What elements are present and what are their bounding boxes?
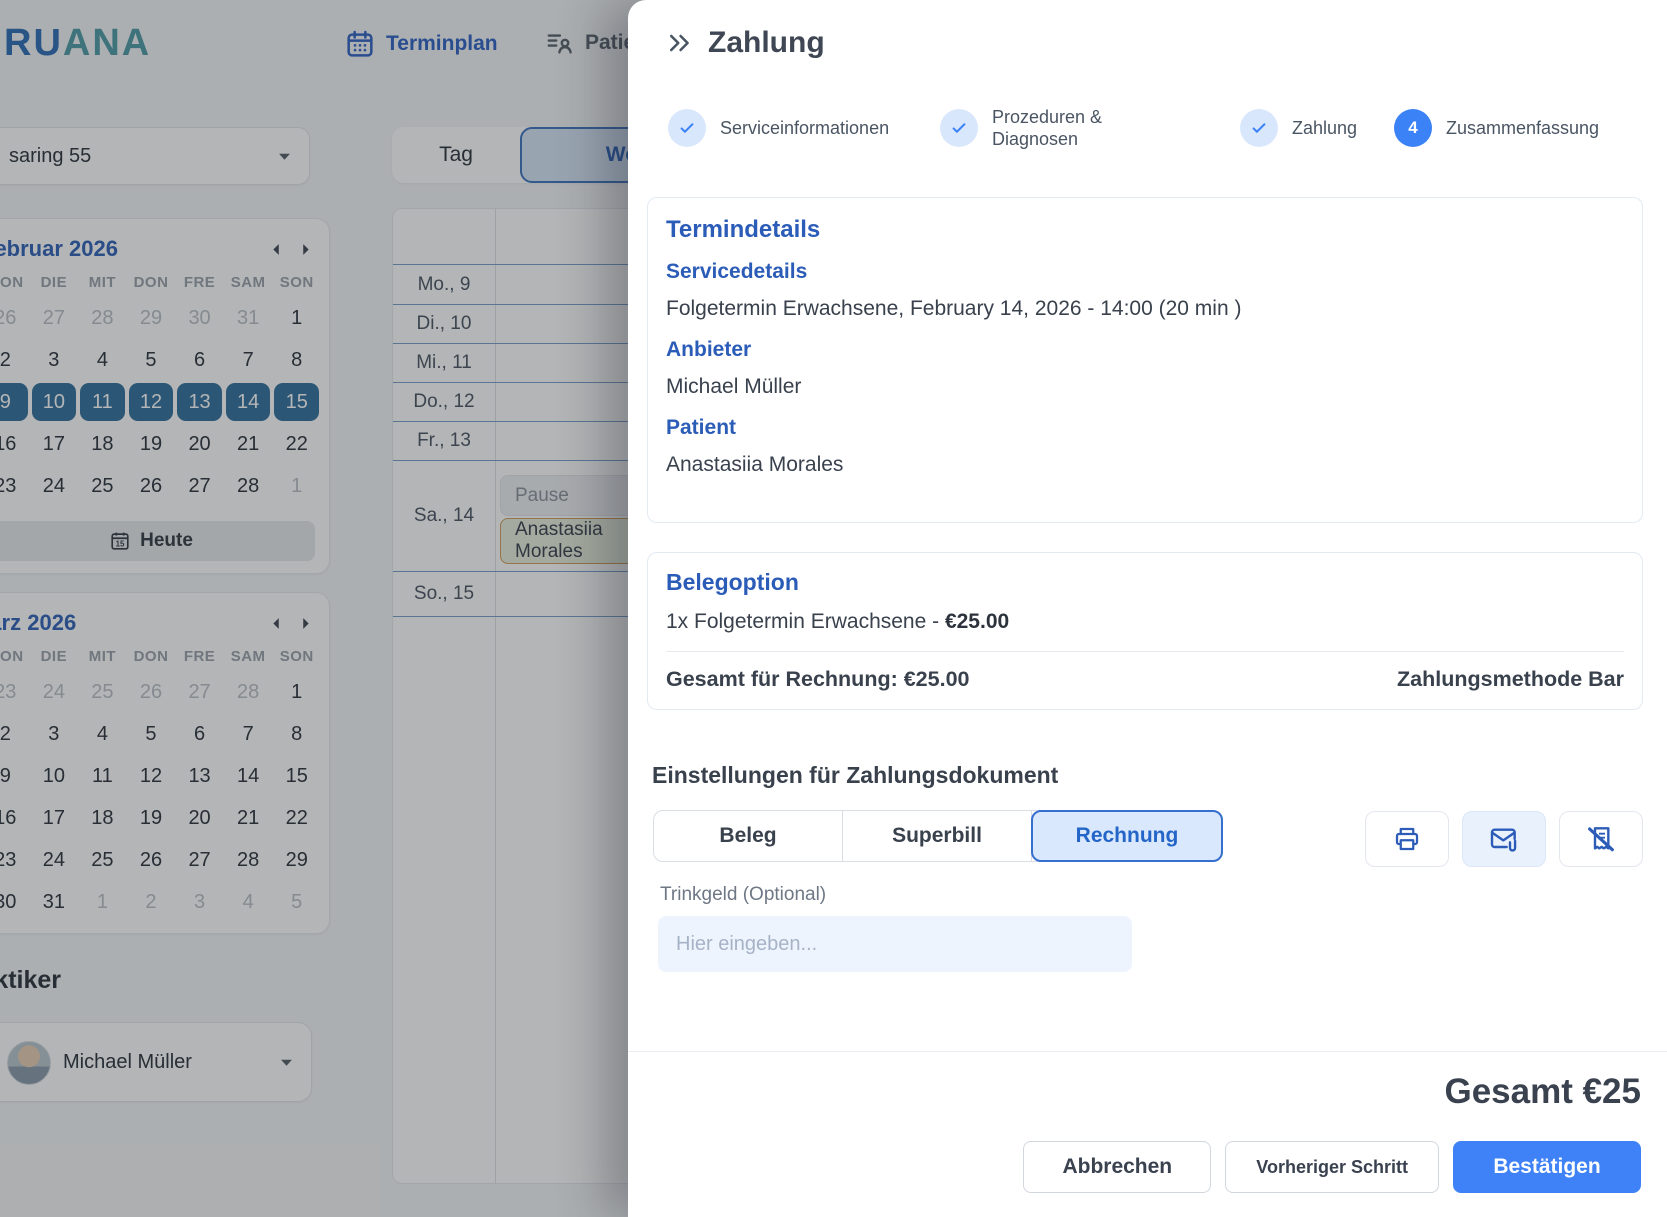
patient-value: Anastasiia Morales — [666, 453, 1624, 477]
service-details-value: Folgetermin Erwachsene, February 14, 202… — [666, 297, 1624, 321]
collapse-panel-icon[interactable] — [666, 29, 694, 57]
doc-option-rechnung[interactable]: Rechnung — [1031, 810, 1223, 862]
service-details-label: Servicedetails — [666, 260, 1624, 284]
divider — [666, 651, 1624, 652]
step-zusammenfassung[interactable]: 4 Zusammenfassung — [1394, 102, 1599, 154]
confirm-button[interactable]: Bestätigen — [1453, 1141, 1641, 1193]
patient-label: Patient — [666, 416, 1624, 440]
payment-modal: Zahlung Serviceinformationen Prozeduren … — [628, 0, 1667, 1217]
footer-divider — [628, 1051, 1667, 1052]
print-button[interactable] — [1365, 811, 1449, 867]
print-icon — [1392, 824, 1422, 854]
provider-value: Michael Müller — [666, 375, 1624, 399]
appointment-details-card: Termindetails Servicedetails Folgetermin… — [647, 197, 1643, 523]
step-number-badge: 4 — [1394, 109, 1432, 147]
doc-option-beleg[interactable]: Beleg — [654, 811, 843, 861]
footer-buttons: Abbrechen Vorheriger Schritt Bestätigen — [1023, 1141, 1641, 1193]
cancel-button[interactable]: Abbrechen — [1023, 1141, 1211, 1193]
payment-method-label: Zahlungsmethode Bar — [1397, 667, 1624, 692]
line-item: 1x Folgetermin Erwachsene - €25.00 — [666, 610, 1624, 634]
step-check-icon — [940, 109, 978, 147]
step-prozeduren-diagnosen[interactable]: Prozeduren & Diagnosen — [940, 102, 1127, 154]
step-serviceinformationen[interactable]: Serviceinformationen — [668, 102, 889, 154]
card-title: Belegoption — [666, 569, 1624, 596]
invoice-total-label: Gesamt für Rechnung: €25.00 — [666, 667, 969, 692]
tip-label: Trinkgeld (Optional) — [660, 884, 826, 906]
receipt-option-card: Belegoption 1x Folgetermin Erwachsene - … — [647, 552, 1643, 710]
card-title: Termindetails — [666, 216, 1624, 244]
email-attachment-icon — [1488, 823, 1520, 855]
line-item-amount: €25.00 — [945, 610, 1009, 633]
no-receipt-icon — [1585, 823, 1617, 855]
document-type-switcher: Beleg Superbill Rechnung — [653, 810, 1223, 862]
settings-heading: Einstellungen für Zahlungsdokument — [652, 762, 1058, 789]
stepper: Serviceinformationen Prozeduren & Diagno… — [628, 102, 1667, 154]
tip-input[interactable] — [658, 916, 1132, 972]
provider-label: Anbieter — [666, 338, 1624, 362]
app: RUANA Terminplan Patienten saring 55 — [0, 0, 1667, 1217]
no-receipt-button[interactable] — [1559, 811, 1643, 867]
step-check-icon — [668, 109, 706, 147]
doc-option-superbill[interactable]: Superbill — [843, 811, 1032, 861]
email-receipt-button[interactable] — [1462, 811, 1546, 867]
step-zahlung[interactable]: Zahlung — [1240, 102, 1357, 154]
step-check-icon — [1240, 109, 1278, 147]
modal-title: Zahlung — [708, 26, 825, 60]
grand-total: Gesamt €25 — [1444, 1072, 1641, 1112]
previous-step-button[interactable]: Vorheriger Schritt — [1225, 1141, 1439, 1193]
